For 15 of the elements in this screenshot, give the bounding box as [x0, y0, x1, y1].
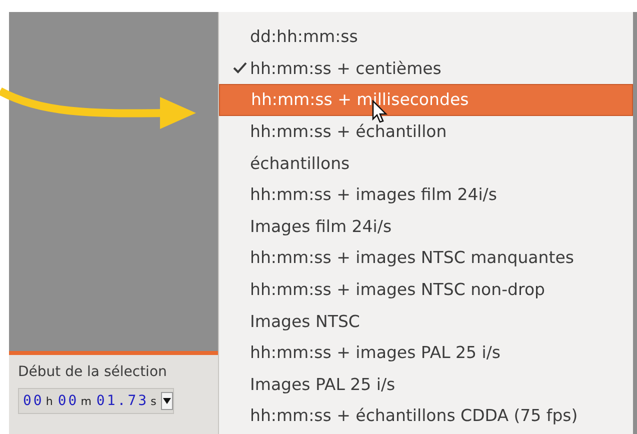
menu-item[interactable]: hh:mm:ss + échantillons CDDA (75 fps): [219, 400, 633, 432]
menu-item[interactable]: échantillons: [219, 147, 633, 179]
menu-item[interactable]: hh:mm:ss + échantillon: [219, 116, 633, 148]
menu-item[interactable]: dd:hh:mm:ss: [219, 21, 633, 53]
menu-item[interactable]: hh:mm:ss + images NTSC non-drop: [219, 274, 633, 306]
selection-start-label: Début de la sélection: [18, 364, 168, 380]
menu-item[interactable]: Images PAL 25 i/s: [219, 368, 633, 400]
dropdown-icon[interactable]: [161, 392, 174, 410]
menu-item[interactable]: hh:mm:ss + images NTSC manquantes: [219, 242, 633, 274]
menu-item[interactable]: hh:mm:ss + images film 24i/s: [219, 178, 633, 211]
menu-item[interactable]: hh:mm:ss + images PAL 25 i/s: [219, 336, 633, 369]
menu-item[interactable]: Images NTSC: [219, 305, 633, 337]
menu-item[interactable]: Images film 24i/s: [219, 210, 633, 242]
menu-item[interactable]: hh:mm:ss + centièmes: [219, 52, 633, 84]
time-field[interactable]: 00 h 00 m 01.73 s: [18, 388, 174, 414]
